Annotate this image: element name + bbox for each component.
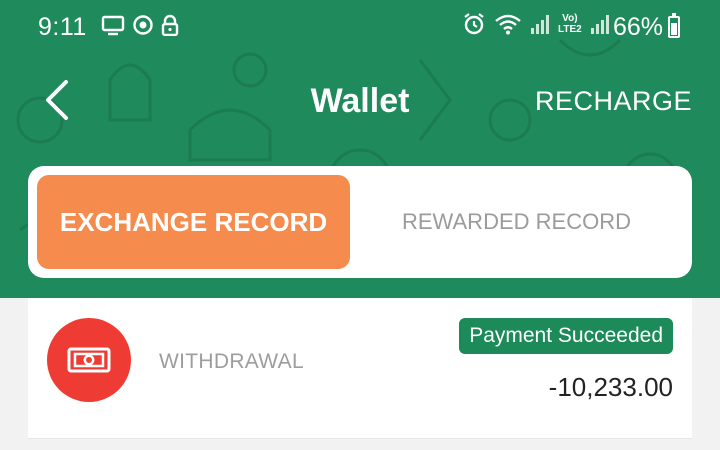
wifi-icon <box>495 14 521 35</box>
money-bill-icon <box>67 347 111 373</box>
status-bar: 9:11 Vo) LTE2 66% <box>0 0 720 54</box>
lock-icon <box>161 14 179 36</box>
nav-bar: Wallet RECHARGE <box>0 60 720 140</box>
signal-icon-2 <box>590 15 609 34</box>
record-type-label: WITHDRAWAL <box>159 350 304 373</box>
screen-cast-icon <box>101 15 125 36</box>
battery-percent: 66% <box>613 13 664 41</box>
recharge-button[interactable]: RECHARGE <box>535 86 692 117</box>
status-badge: Payment Succeeded <box>459 318 673 354</box>
sync-icon <box>133 15 153 35</box>
signal-icon <box>531 15 549 34</box>
alarm-icon <box>464 13 484 35</box>
withdrawal-icon-circle <box>47 318 131 402</box>
record-amount: -10,233.00 <box>548 372 673 402</box>
tab-exchange-record[interactable]: EXCHANGE RECORD <box>37 175 350 269</box>
status-time: 9:11 <box>38 13 87 41</box>
volte-lte2-icon: Vo) LTE2 <box>558 13 582 35</box>
battery-icon <box>668 13 680 38</box>
tab-rewarded-record[interactable]: REWARDED RECORD <box>350 175 683 269</box>
wallet-header: 9:11 Vo) LTE2 66% Wallet RECHARGE EXCHAN… <box>0 0 720 298</box>
record-card[interactable]: WITHDRAWAL Payment Succeeded -10,233.00 <box>28 298 692 439</box>
record-tabs: EXCHANGE RECORD REWARDED RECORD <box>28 166 692 278</box>
